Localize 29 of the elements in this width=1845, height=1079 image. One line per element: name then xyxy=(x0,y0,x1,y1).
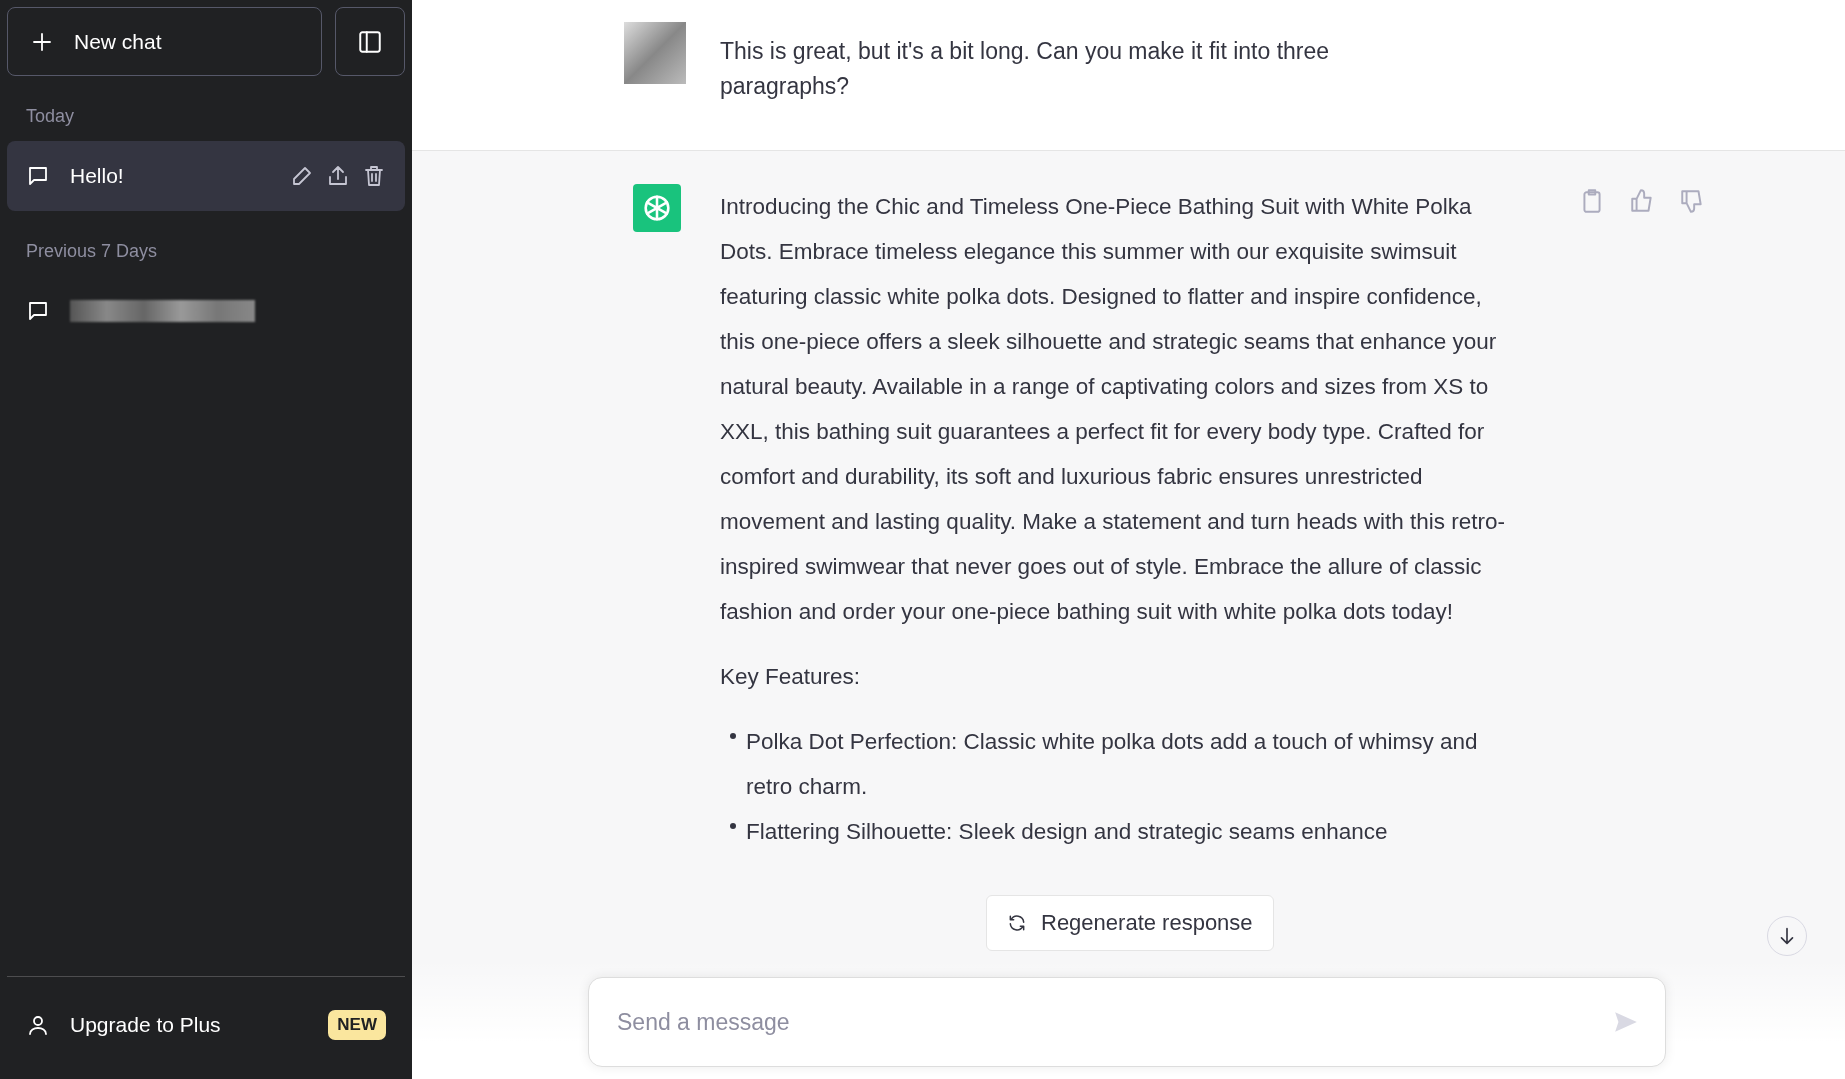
user-message: This is great, but it's a bit long. Can you make it fit into three paragraphs? xyxy=(720,37,1331,101)
user-avatar xyxy=(624,22,686,84)
new-chat-button[interactable]: New chat xyxy=(7,7,322,76)
bullet-dot xyxy=(730,823,736,829)
scroll-down-button[interactable] xyxy=(1767,916,1807,956)
section-heading: Previous 7 Days xyxy=(25,240,159,263)
chat-history-item[interactable]: Hello! xyxy=(7,141,405,211)
chat-bubble-icon xyxy=(26,164,50,188)
message-field[interactable]: Send a message xyxy=(588,977,1666,1067)
share-icon xyxy=(326,164,350,188)
bullet-dot xyxy=(730,733,736,739)
thumbs-up-icon xyxy=(1629,188,1655,214)
upgrade-button[interactable]: Upgrade to Plus NEW xyxy=(7,976,405,1072)
sidebar-icon xyxy=(357,28,383,55)
feature-item: Flattering Silhouette: Sleek design and strategic seams enhance xyxy=(746,818,1388,846)
trash-icon xyxy=(362,164,386,188)
regenerate-button[interactable]: Regenerate response xyxy=(986,895,1274,951)
chat-bubble-icon xyxy=(26,299,50,323)
new-badge: NEW xyxy=(328,1009,386,1040)
thumbs-down-icon xyxy=(1679,188,1705,214)
sidebar-toggle-button[interactable] xyxy=(335,7,405,76)
section-heading: Today xyxy=(25,105,76,128)
pencil-icon xyxy=(290,164,314,188)
feature-item: Polka Dot Perfection: Classic white polka dots add a touch of whimsy and retro charm. xyxy=(746,728,1479,801)
assistant-paragraph: Introducing the Chic and Timeless One-Piece Bathing Suit with White Polka Dots. Embrace timeless elegance this summer with our exquisite swimsuit featuring classic white polka dots. Designed to flatter and inspire confidence, this one-piece offers a sleek silhouette and strategic seams that enhance your natural beauty. Available in a range of captivating colors and sizes from XS to XXL, this bathing suit guarantees a perfect fit for every body type. Crafted for comfort and durability, its soft and luxurious fabric ensures unrestricted movement and lasting quality. Make a statement and turn heads with this retro-inspired swimwear that never goes out of style. Embrace the allure of classic fashion and order your one-piece bathing suit with white polka dots today! xyxy=(720,193,1506,626)
send-icon xyxy=(1613,1009,1639,1035)
refresh-icon xyxy=(1007,913,1027,933)
features-heading: Key Features: xyxy=(720,663,862,691)
message-input[interactable]: Send a message xyxy=(615,1007,1613,1037)
